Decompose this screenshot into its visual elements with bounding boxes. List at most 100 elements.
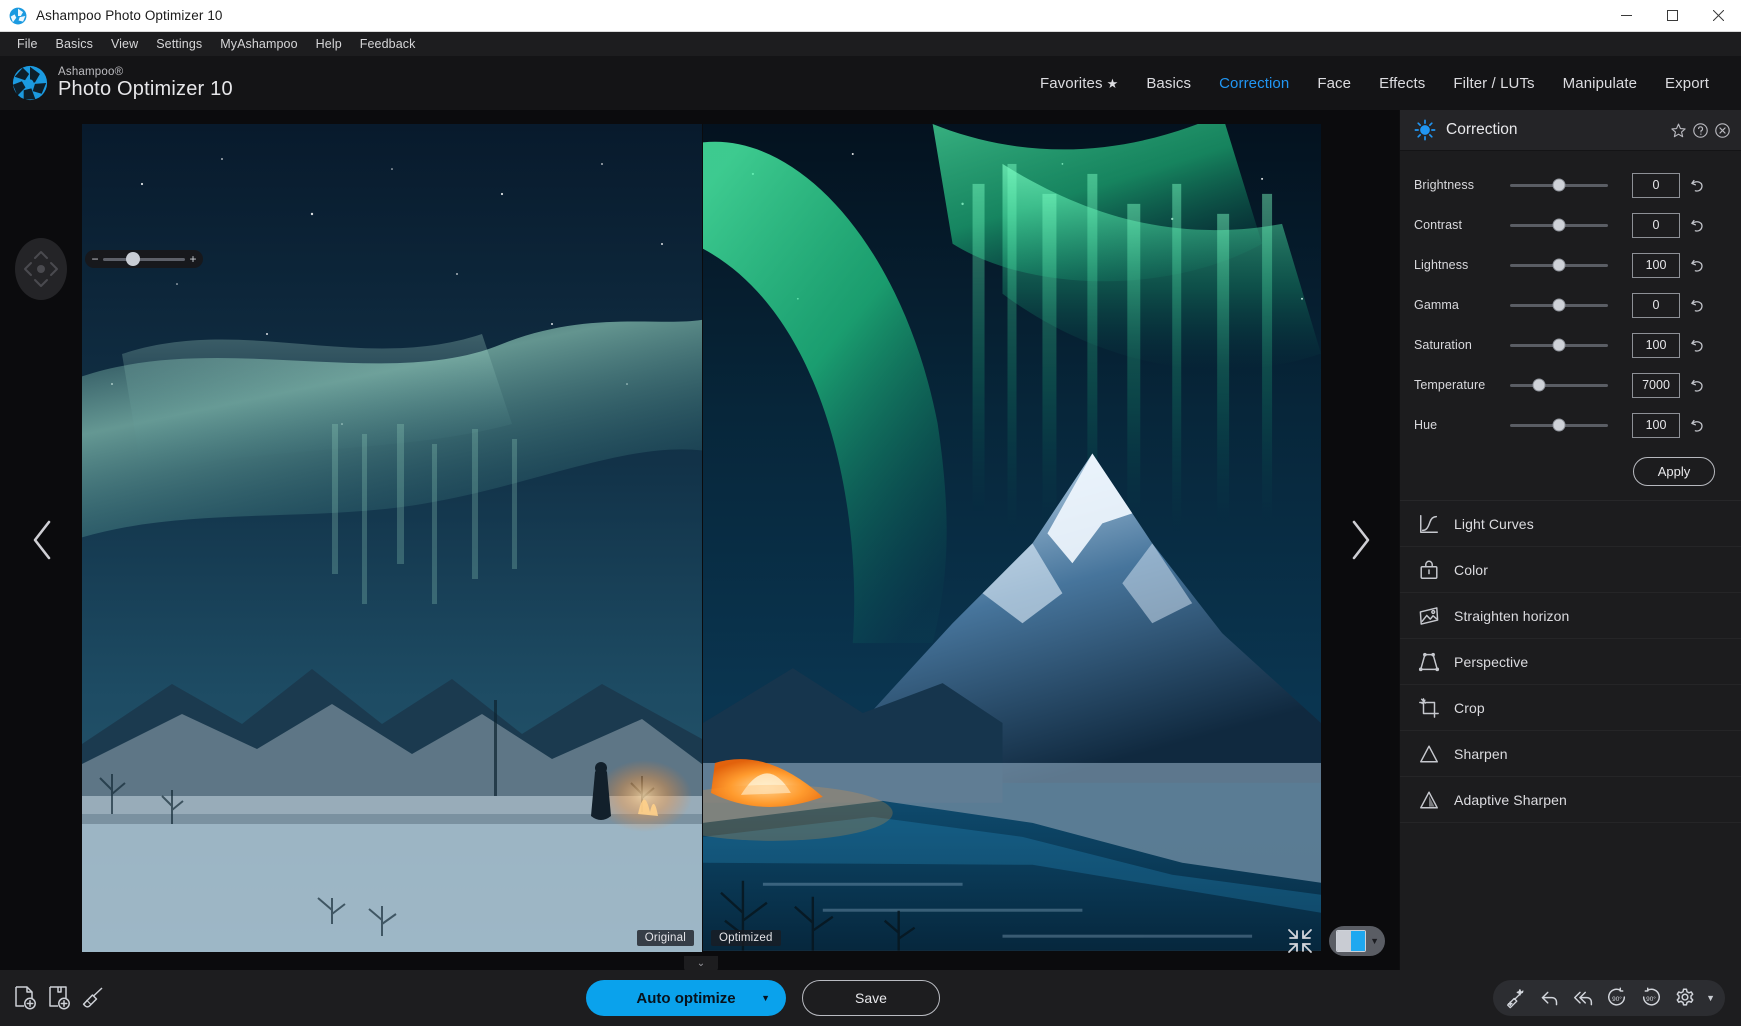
tool-color[interactable]: Color xyxy=(1400,547,1741,593)
image-pane-original[interactable]: Original xyxy=(82,124,702,952)
slider-handle-saturation[interactable] xyxy=(1553,339,1566,352)
apply-button[interactable]: Apply xyxy=(1633,457,1715,486)
slider-value-saturation[interactable]: 100 xyxy=(1632,333,1680,358)
tab-favorites[interactable]: Favorites★ xyxy=(1026,69,1132,98)
minimize-button[interactable] xyxy=(1603,0,1649,32)
image-pane-optimized[interactable]: Optimized xyxy=(702,124,1321,952)
tool-perspective[interactable]: Perspective xyxy=(1400,639,1741,685)
brand: Ashampoo® Photo Optimizer 10 xyxy=(12,65,233,101)
reset-contrast-icon[interactable] xyxy=(1689,217,1706,234)
slider-value-contrast[interactable]: 0 xyxy=(1632,213,1680,238)
undo-all-button[interactable] xyxy=(1567,983,1599,1013)
fit-to-screen-button[interactable] xyxy=(1283,924,1317,958)
zoom-out-label[interactable]: − xyxy=(91,252,99,266)
slider-value-gamma[interactable]: 0 xyxy=(1632,293,1680,318)
slider-value-brightness[interactable]: 0 xyxy=(1632,173,1680,198)
next-image-button[interactable] xyxy=(1341,513,1381,567)
image-comparison-view[interactable]: Original xyxy=(82,124,1321,952)
edit-history-caret-icon[interactable]: ▼ xyxy=(1703,993,1721,1003)
view-mode-group[interactable]: ▼ xyxy=(1329,926,1385,956)
slider-handle-lightness[interactable] xyxy=(1553,259,1566,272)
add-file-icon[interactable] xyxy=(12,985,38,1011)
tool-crop[interactable]: Crop xyxy=(1400,685,1741,731)
tool-label-straighten-horizon: Straighten horizon xyxy=(1454,608,1569,624)
rotate-left-90-button[interactable]: 90° xyxy=(1601,983,1633,1013)
app-logo-icon xyxy=(9,7,27,25)
tool-straighten-horizon[interactable]: Straighten horizon xyxy=(1400,593,1741,639)
reset-temperature-icon[interactable] xyxy=(1689,377,1706,394)
menu-myashampoo[interactable]: MyAshampoo xyxy=(211,34,306,54)
slider-label-gamma: Gamma xyxy=(1414,298,1504,312)
collapse-panel-handle[interactable]: ⌄ xyxy=(684,956,718,971)
tab-filter-luts[interactable]: Filter / LUTs xyxy=(1439,69,1548,98)
slider-track-saturation[interactable] xyxy=(1510,344,1608,347)
favorite-star-icon[interactable] xyxy=(1670,122,1687,139)
reset-hue-icon[interactable] xyxy=(1689,417,1706,434)
tool-label-color: Color xyxy=(1454,562,1488,578)
tab-manipulate[interactable]: Manipulate xyxy=(1549,69,1651,98)
slider-handle-gamma[interactable] xyxy=(1553,299,1566,312)
slider-track-hue[interactable] xyxy=(1510,424,1608,427)
zoom-in-label[interactable]: + xyxy=(189,252,197,266)
tool-sharpen[interactable]: Sharpen xyxy=(1400,731,1741,777)
slider-track-lightness[interactable] xyxy=(1510,264,1608,267)
save-button[interactable]: Save xyxy=(802,980,940,1016)
tab-export[interactable]: Export xyxy=(1651,69,1723,98)
tool-light-curves[interactable]: Light Curves xyxy=(1400,501,1741,547)
slider-row-gamma: Gamma 0 xyxy=(1414,285,1729,325)
slider-track-brightness[interactable] xyxy=(1510,184,1608,187)
menu-view[interactable]: View xyxy=(102,34,147,54)
reset-gamma-icon[interactable] xyxy=(1689,297,1706,314)
slider-label-hue: Hue xyxy=(1414,418,1504,432)
view-mode-caret-icon[interactable]: ▼ xyxy=(1368,936,1379,946)
tool-adaptive-sharpen[interactable]: Adaptive Sharpen xyxy=(1400,777,1741,823)
close-button[interactable] xyxy=(1695,0,1741,32)
application-window: Ashampoo Photo Optimizer 10 File Basics … xyxy=(0,0,1741,1026)
settings-gear-button[interactable] xyxy=(1669,983,1701,1013)
slider-track-temperature[interactable] xyxy=(1510,384,1608,387)
tool-label-sharpen: Sharpen xyxy=(1454,746,1508,762)
close-icon[interactable] xyxy=(1714,122,1731,139)
magic-wand-button[interactable] xyxy=(1499,983,1531,1013)
slider-value-hue[interactable]: 100 xyxy=(1632,413,1680,438)
tab-effects[interactable]: Effects xyxy=(1365,69,1439,98)
menu-feedback[interactable]: Feedback xyxy=(351,34,425,54)
auto-optimize-caret-icon[interactable]: ▼ xyxy=(761,993,770,1003)
undo-button[interactable] xyxy=(1533,983,1565,1013)
slider-track-gamma[interactable] xyxy=(1510,304,1608,307)
slider-handle-hue[interactable] xyxy=(1553,419,1566,432)
previous-image-button[interactable] xyxy=(22,513,62,567)
reset-brightness-icon[interactable] xyxy=(1689,177,1706,194)
tab-face[interactable]: Face xyxy=(1303,69,1365,98)
split-view-button[interactable] xyxy=(1336,930,1366,952)
clear-brush-icon[interactable] xyxy=(80,985,106,1011)
slider-value-temperature[interactable]: 7000 xyxy=(1632,373,1680,398)
rotate-right-90-button[interactable]: 90° xyxy=(1635,983,1667,1013)
light-curves-icon xyxy=(1418,513,1440,535)
slider-track-contrast[interactable] xyxy=(1510,224,1608,227)
reset-saturation-icon[interactable] xyxy=(1689,337,1706,354)
slider-handle-brightness[interactable] xyxy=(1553,179,1566,192)
menu-file[interactable]: File xyxy=(8,34,47,54)
add-folder-icon[interactable] xyxy=(46,985,72,1011)
auto-optimize-button[interactable]: Auto optimize ▼ xyxy=(586,980,786,1016)
reset-lightness-icon[interactable] xyxy=(1689,257,1706,274)
color-icon xyxy=(1418,559,1440,581)
tab-basics[interactable]: Basics xyxy=(1132,69,1205,98)
pan-dpad[interactable] xyxy=(15,238,67,300)
zoom-slider-track[interactable] xyxy=(103,258,185,261)
zoom-slider[interactable]: − + xyxy=(85,250,203,268)
slider-handle-temperature[interactable] xyxy=(1533,379,1546,392)
slider-handle-contrast[interactable] xyxy=(1553,219,1566,232)
tab-correction[interactable]: Correction xyxy=(1205,69,1303,98)
slider-label-temperature: Temperature xyxy=(1414,378,1504,392)
zoom-slider-handle[interactable] xyxy=(126,252,140,266)
maximize-button[interactable] xyxy=(1649,0,1695,32)
menu-help[interactable]: Help xyxy=(307,34,351,54)
brand-product: Photo Optimizer 10 xyxy=(58,79,233,100)
menu-basics[interactable]: Basics xyxy=(47,34,102,54)
slider-value-lightness[interactable]: 100 xyxy=(1632,253,1680,278)
tool-label-light-curves: Light Curves xyxy=(1454,516,1534,532)
help-icon[interactable] xyxy=(1692,122,1709,139)
menu-settings[interactable]: Settings xyxy=(147,34,211,54)
